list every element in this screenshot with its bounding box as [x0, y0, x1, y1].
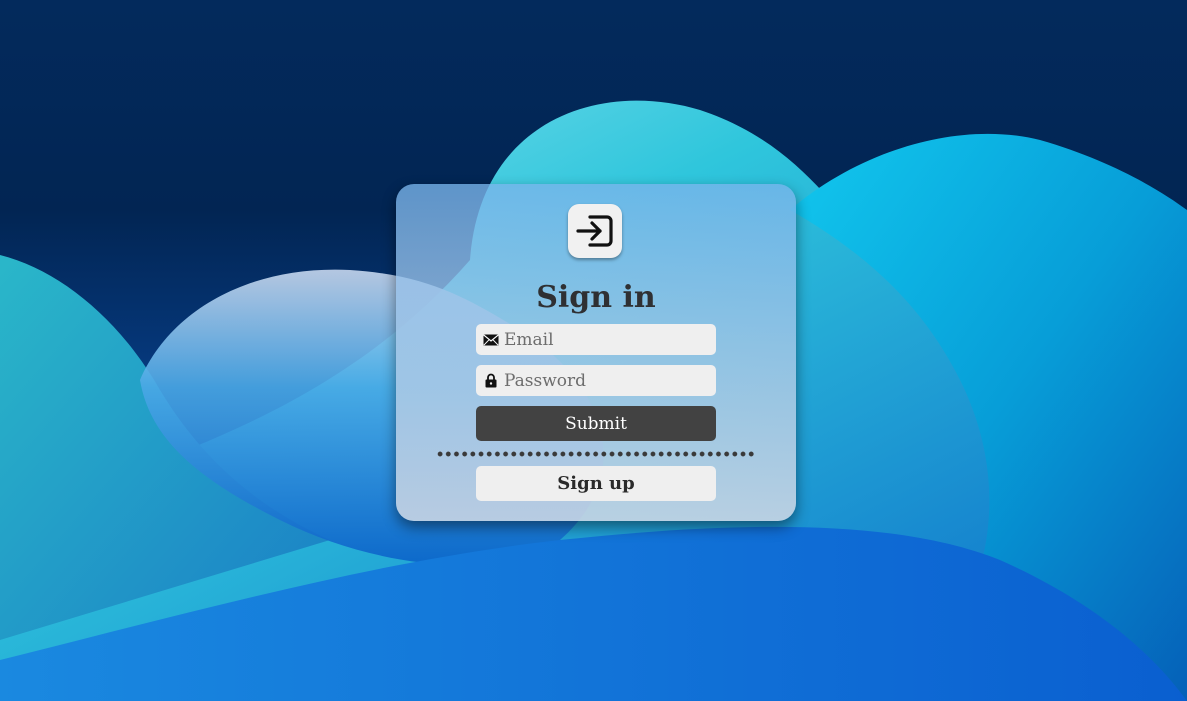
password-field[interactable]: [476, 365, 716, 396]
page-title: Sign in: [536, 280, 656, 315]
sign-in-icon: [568, 204, 622, 258]
sign-in-card: Sign in Submit Sign up: [396, 184, 796, 521]
lock-icon: [482, 372, 500, 390]
password-input[interactable]: [504, 370, 704, 391]
email-input[interactable]: [504, 329, 704, 350]
sign-up-button[interactable]: Sign up: [476, 466, 716, 501]
email-field[interactable]: [476, 324, 716, 355]
dotted-divider: [436, 451, 756, 457]
envelope-icon: [482, 331, 500, 349]
submit-button[interactable]: Submit: [476, 406, 716, 441]
